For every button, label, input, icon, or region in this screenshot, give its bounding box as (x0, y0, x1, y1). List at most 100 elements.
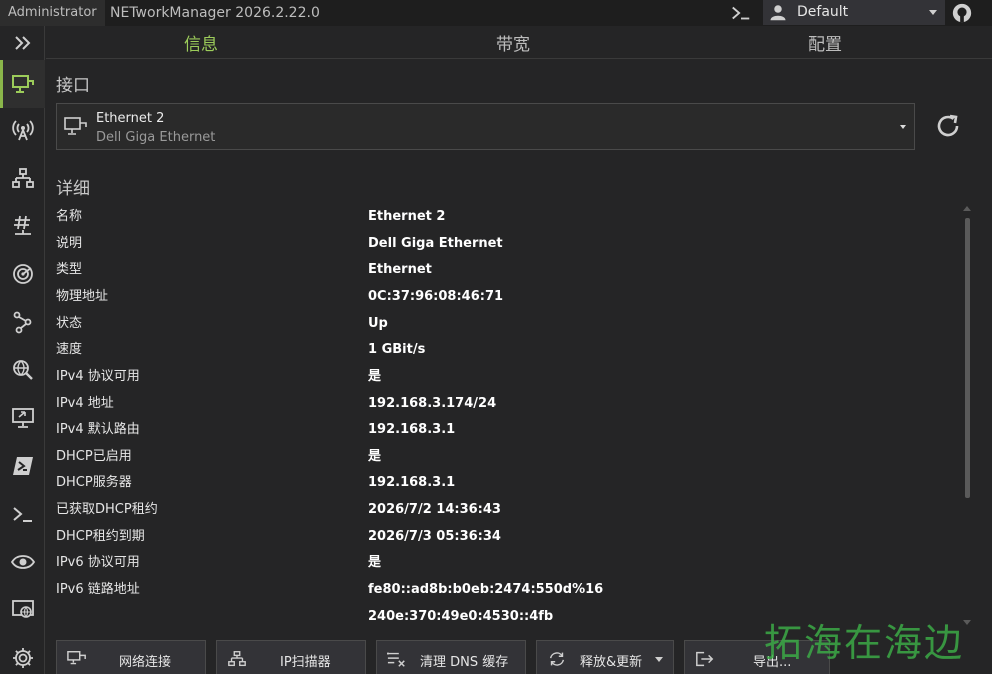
detail-key: IPv4 协议可用 (56, 369, 140, 384)
chevron-down-icon (655, 657, 663, 662)
network-topology-icon (228, 651, 246, 667)
details-scrollbar-thumb[interactable] (965, 218, 970, 498)
detail-row-ipv4-address: IPv4 地址 192.168.3.174/24 (56, 391, 956, 417)
interface-section-title: 接口 (56, 76, 90, 96)
detail-key: 物理地址 (56, 289, 109, 304)
chevron-down-icon (900, 125, 906, 129)
button-label: 清理 DNS 缓存 (420, 655, 509, 670)
powershell-icon (12, 457, 33, 475)
detail-value: 2026/7/3 05:36:34 (368, 529, 501, 544)
nav-ping-monitor[interactable] (0, 254, 45, 294)
detail-key: 名称 (56, 209, 83, 224)
detail-key: DHCP租约到期 (56, 529, 145, 544)
user-icon (770, 5, 786, 21)
detail-value: 1 GBit/s (368, 342, 426, 357)
detail-key: DHCP服务器 (56, 475, 132, 490)
github-icon[interactable] (951, 2, 973, 24)
network-interface-icon (64, 117, 87, 135)
tab-info[interactable]: 信息 (184, 30, 218, 55)
network-topology-icon (11, 168, 34, 188)
nav-putty[interactable] (0, 494, 45, 534)
antenna-icon (11, 120, 34, 141)
detail-value: Ethernet (368, 262, 432, 277)
interface-dropdown[interactable]: Ethernet 2 Dell Giga Ethernet (56, 103, 915, 150)
detail-row-name: 名称 Ethernet 2 (56, 204, 956, 230)
button-label: 释放&更新 (580, 655, 643, 670)
refresh-icon[interactable] (933, 111, 963, 141)
watermark-text: 拓海在海边 (764, 621, 965, 665)
details-list: 名称 Ethernet 2 说明 Dell Giga Ethernet 类型 E… (56, 204, 956, 630)
nav-port-scanner[interactable] (0, 206, 45, 246)
button-label: 网络连接 (119, 655, 172, 670)
title-bar: Administrator NETworkManager 2026.2.22.0… (0, 0, 992, 26)
detail-row-status: 状态 Up (56, 311, 956, 337)
detail-row-speed: 速度 1 GBit/s (56, 337, 956, 363)
detail-value: 0C:37:96:08:46:71 (368, 289, 504, 304)
detail-value: Dell Giga Ethernet (368, 236, 503, 251)
radar-icon (12, 264, 33, 284)
left-nav (0, 26, 45, 674)
interface-description: Dell Giga Ethernet (96, 130, 216, 145)
detail-value: 192.168.3.1 (368, 475, 456, 490)
release-renew-button[interactable]: 释放&更新 (536, 640, 674, 674)
detail-key: 类型 (56, 262, 83, 277)
detail-key: IPv4 地址 (56, 396, 114, 411)
nav-traceroute[interactable] (0, 302, 45, 342)
nav-powershell[interactable] (0, 446, 45, 486)
detail-value: 2026/7/2 14:36:43 (368, 502, 501, 517)
export-icon (696, 651, 714, 667)
nav-wifi[interactable] (0, 110, 45, 150)
detail-row-mac: 物理地址 0C:37:96:08:46:71 (56, 284, 956, 310)
nav-remote-desktop[interactable] (0, 398, 45, 438)
tab-bandwidth[interactable]: 带宽 (496, 30, 530, 55)
profile-name: Default (797, 4, 849, 20)
detail-key: 速度 (56, 342, 83, 357)
tab-configure[interactable]: 配置 (808, 30, 842, 55)
detail-value: 是 (368, 369, 382, 384)
detail-row-ipv6-link-local: IPv6 链路地址 fe80::ad8b:b0eb:2474:550d%16 (56, 577, 956, 603)
hash-icon (13, 215, 31, 235)
detail-row-dhcp-obtained: 已获取DHCP租约 2026/7/2 14:36:43 (56, 497, 956, 523)
detail-value: 192.168.3.174/24 (368, 396, 497, 411)
nav-settings[interactable] (0, 638, 45, 674)
nav-tigervnc[interactable] (0, 542, 45, 582)
nav-expand[interactable] (0, 26, 45, 60)
profile-selector[interactable]: Default (763, 0, 945, 25)
detail-key: IPv6 协议可用 (56, 555, 140, 570)
remote-desktop-icon (11, 408, 34, 428)
route-icon (13, 311, 31, 334)
list-clear-icon (387, 652, 405, 667)
detail-value: Up (368, 316, 388, 331)
scroll-down-arrow[interactable] (963, 620, 971, 625)
detail-key: 说明 (56, 236, 83, 251)
globe-search-icon (12, 360, 33, 380)
detail-value: fe80::ad8b:b0eb:2474:550d%16 (368, 582, 604, 597)
detail-value: 是 (368, 555, 382, 570)
terminal-icon[interactable] (730, 2, 752, 24)
ip-scanner-button[interactable]: IP扫描器 (216, 640, 366, 674)
nav-web-console[interactable] (0, 590, 45, 630)
details-section-title: 详细 (56, 179, 90, 199)
detail-row-dhcp-server: DHCP服务器 192.168.3.1 (56, 470, 956, 496)
nav-dns-lookup[interactable] (0, 350, 45, 390)
nav-network-interface[interactable] (0, 60, 45, 108)
main-tabs: 信息 带宽 配置 (46, 26, 992, 58)
nav-ip-scanner[interactable] (0, 158, 45, 198)
run-as-user-label: Administrator (0, 0, 105, 26)
detail-row-ipv4-gateway: IPv4 默认路由 192.168.3.1 (56, 417, 956, 443)
detail-key: IPv4 默认路由 (56, 422, 140, 437)
terminal-icon (12, 507, 32, 522)
refresh-icon (549, 652, 565, 666)
flush-dns-button[interactable]: 清理 DNS 缓存 (376, 640, 526, 674)
detail-row-dhcp-enabled: DHCP已启用 是 (56, 444, 956, 470)
network-interface-icon (67, 651, 86, 665)
network-connections-button[interactable]: 网络连接 (56, 640, 206, 674)
double-chevron-right-icon (14, 36, 30, 50)
detail-row-description: 说明 Dell Giga Ethernet (56, 231, 956, 257)
detail-key: 状态 (56, 316, 83, 331)
detail-key: 已获取DHCP租约 (56, 502, 158, 517)
scroll-up-arrow[interactable] (963, 206, 971, 211)
detail-value: Ethernet 2 (368, 209, 446, 224)
web-console-icon (11, 600, 34, 618)
interface-name: Ethernet 2 (96, 111, 165, 126)
